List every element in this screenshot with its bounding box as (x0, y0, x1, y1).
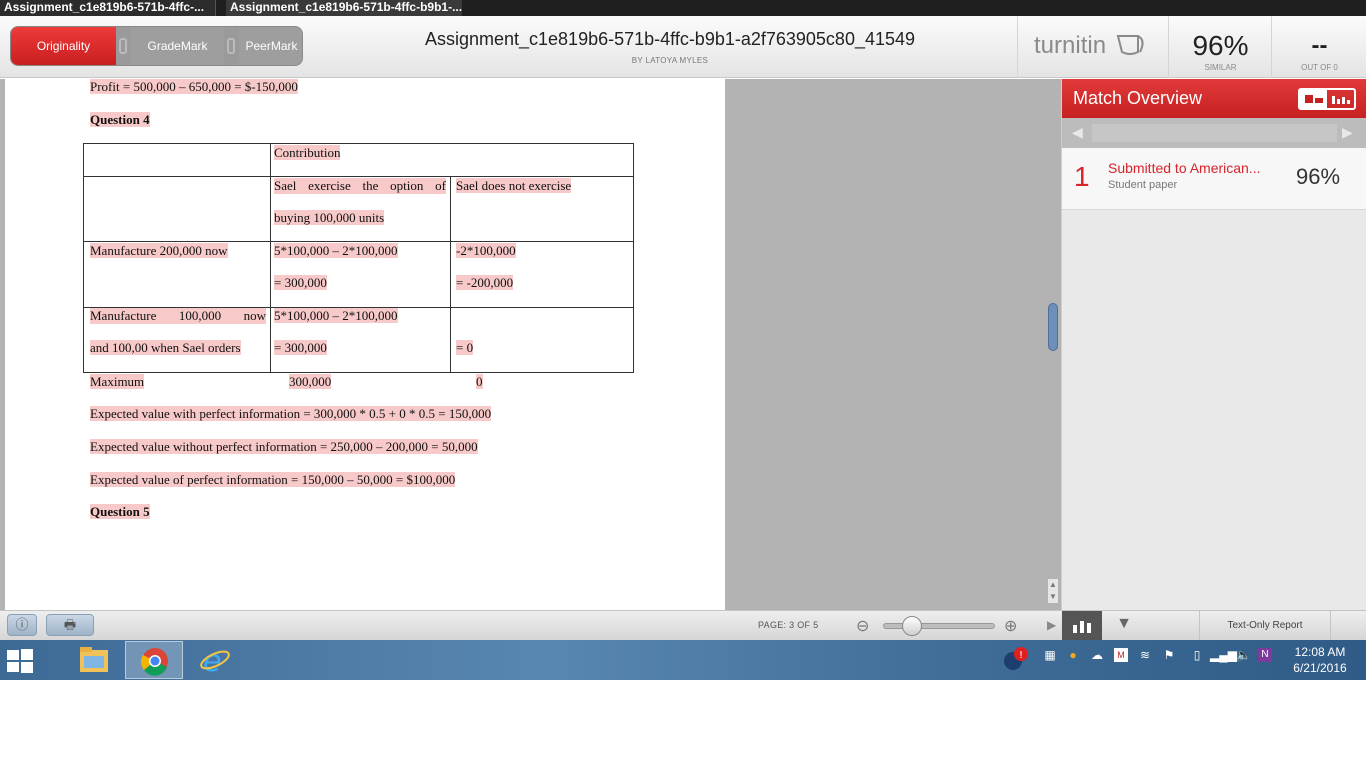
zoom-slider[interactable] (883, 623, 995, 629)
tray-app-icon[interactable]: ▦ (1043, 648, 1057, 662)
scroll-down-arrow-icon[interactable]: ▼ (1048, 591, 1058, 603)
mode-separator (119, 38, 127, 54)
match-overview-bar-chart-icon[interactable] (1062, 611, 1102, 641)
match-source-type: Student paper (1108, 179, 1178, 191)
zoom-out-icon[interactable]: ⊖ (856, 616, 869, 636)
svg-text:e: e (203, 644, 221, 679)
file-explorer-icon[interactable] (64, 641, 122, 679)
panel-title: Match Overview (1073, 88, 1203, 108)
browser-tab-2[interactable]: Assignment_c1e819b6-571b-4ffc-b9b1-... (226, 0, 462, 16)
svg-text:!: ! (1019, 650, 1023, 661)
document-title: Assignment_c1e819b6-571b-4ffc-b9b1-a2f76… (424, 29, 916, 49)
notification-alert-icon[interactable]: ! (1002, 646, 1028, 672)
match-number: 1 (1074, 161, 1090, 192)
table-col-not-exercise: Sael does not exercise (456, 178, 572, 193)
panel-header: Match Overview (1062, 79, 1366, 118)
originality-button[interactable]: Originality (11, 27, 116, 65)
ev-of-perfect-info: Expected value of perfect information = … (90, 472, 456, 487)
cloud-icon[interactable]: ☁ (1090, 648, 1104, 662)
onenote-icon[interactable]: N (1258, 648, 1272, 662)
clock-date: 6/21/2016 (1293, 661, 1347, 675)
document-author: BY LATOYA MYLES (631, 56, 709, 65)
match-overview-panel: Match Overview ◀ ▶ 1 Submitted to Americ… (1061, 79, 1366, 610)
turnitin-logo-text: turnitin (1034, 32, 1107, 59)
peermark-button[interactable]: PeerMark (239, 27, 302, 65)
table-row2-c2b: = 0 (456, 340, 474, 355)
similarity-score: 96% (1192, 30, 1249, 61)
grademark-button[interactable]: GradeMark (131, 27, 224, 65)
document-scrollbar[interactable]: ▲ ▼ (1043, 79, 1061, 610)
text-only-report-button[interactable]: Text-Only Report (1199, 611, 1331, 641)
battery-icon[interactable]: ▯ (1190, 648, 1204, 662)
table-row2-label-line2: and 100,00 when Sael orders (90, 340, 241, 355)
mode-switch: Originality GradeMark PeerMark (10, 26, 303, 66)
maximum-contribution-not-exercise: 0 (476, 374, 483, 389)
ev-with-perfect-info: Expected value with perfect information … (90, 406, 492, 421)
clock-time: 12:08 AM (1294, 645, 1346, 659)
zoom-in-icon[interactable]: ⊕ (1004, 616, 1017, 636)
ev-without-perfect-info: Expected value without perfect informati… (90, 439, 478, 454)
maximum-label: Maximum (90, 374, 145, 389)
scrollbar-thumb[interactable] (1048, 303, 1058, 351)
tray-update-icon[interactable]: ● (1066, 648, 1080, 662)
volume-icon[interactable]: 🔈 (1236, 648, 1251, 662)
profit-line: Profit = 500,000 – 650,000 = $-150,000 (90, 79, 298, 94)
viewer-toolbar: ⓘ 🖶 PAGE: 3 OF 5 ⊖ ⊕ ▶ ▼ Text-Only Repor… (0, 610, 1366, 641)
similarity-score-box[interactable]: 96% SIMILAR (1168, 16, 1271, 78)
view-toggle[interactable] (1298, 88, 1356, 110)
maximum-contribution-exercise: 300,000 (289, 374, 332, 389)
table-col-exercise-line2: buying 100,000 units (274, 210, 385, 225)
turnitin-header: Originality GradeMark PeerMark Assignmen… (0, 16, 1366, 78)
question-5-heading: Question 5 (90, 504, 150, 519)
zoom-slider-handle[interactable] (902, 616, 922, 636)
grade-value: -- (1311, 32, 1328, 59)
table-col-exercise-line1: Sael exercise the option of (274, 178, 446, 194)
similarity-label: SIMILAR (1204, 63, 1237, 72)
table-row1-c2a: -2*100,000 (456, 243, 516, 258)
info-icon[interactable]: ⓘ (7, 614, 37, 636)
scroll-up-arrow-icon[interactable]: ▲ (1048, 579, 1058, 591)
system-clock[interactable]: 12:08 AM 6/21/2016 (1280, 644, 1360, 676)
grade-box[interactable]: -- OUT OF 0 (1271, 16, 1366, 78)
filter-icon[interactable]: ▼ (1110, 615, 1138, 637)
windows-start-icon[interactable] (6, 648, 34, 674)
panel-nav: ◀ ▶ (1062, 118, 1366, 148)
match-list-view-icon[interactable] (1300, 90, 1327, 108)
turnitin-logo-icon (1116, 35, 1144, 55)
windows-taskbar: e ! ▦ ● ☁ M ≋ ⚑ ▯ ▂▄▆ 🔈 N 12:08 AM 6/21/… (0, 640, 1366, 680)
page-indicator: PAGE: 3 OF 5 (758, 620, 819, 630)
brand-box: turnitin (1017, 16, 1167, 78)
browser-tab-strip: Assignment_c1e819b6-571b-4ffc-... Assign… (0, 0, 1366, 16)
table-header-contribution: Contribution (274, 145, 341, 160)
match-percent: 96% (1296, 164, 1341, 189)
contribution-table: Contribution Sael exercise the option of buy… (83, 143, 634, 373)
document-page: Profit = 500,000 – 650,000 = $-150,000 Q… (5, 79, 725, 610)
tray-network-app-icon[interactable]: ≋ (1138, 648, 1152, 662)
print-icon[interactable]: 🖶 (46, 614, 94, 636)
table-row1-c2b: = -200,000 (456, 275, 514, 290)
match-source[interactable]: Submitted to American... (1108, 160, 1261, 176)
match-nav-bar (1092, 124, 1337, 142)
document-viewer: Profit = 500,000 – 650,000 = $-150,000 Q… (0, 79, 1061, 610)
chrome-icon[interactable] (125, 641, 183, 679)
action-center-flag-icon[interactable]: ⚑ (1162, 648, 1176, 662)
browser-tab-1[interactable]: Assignment_c1e819b6-571b-4ffc-... (0, 0, 216, 16)
panel-collapse-arrow-icon[interactable]: ▶ (1047, 618, 1056, 632)
internet-explorer-icon[interactable]: e (186, 641, 244, 679)
table-row2-c1b: = 300,000 (274, 340, 327, 355)
table-row1-label: Manufacture 200,000 now (90, 243, 228, 258)
mcafee-icon[interactable]: M (1114, 648, 1128, 662)
grade-label: OUT OF 0 (1301, 63, 1338, 72)
signal-icon[interactable]: ▂▄▆ (1210, 648, 1237, 662)
table-row1-c1a: 5*100,000 – 2*100,000 (274, 243, 398, 258)
question-4-heading: Question 4 (90, 112, 150, 127)
next-match-icon[interactable]: ▶ (1342, 124, 1353, 141)
table-row2-label-line1: Manufacture 100,000 now (90, 308, 266, 324)
table-row2-c1a: 5*100,000 – 2*100,000 (274, 308, 398, 323)
previous-match-icon[interactable]: ◀ (1072, 124, 1083, 141)
table-row1-c1b: = 300,000 (274, 275, 327, 290)
match-list-item[interactable]: 1 Submitted to American... Student paper… (1062, 148, 1366, 210)
mode-separator (227, 38, 235, 54)
bar-chart-view-icon[interactable] (1327, 90, 1354, 108)
